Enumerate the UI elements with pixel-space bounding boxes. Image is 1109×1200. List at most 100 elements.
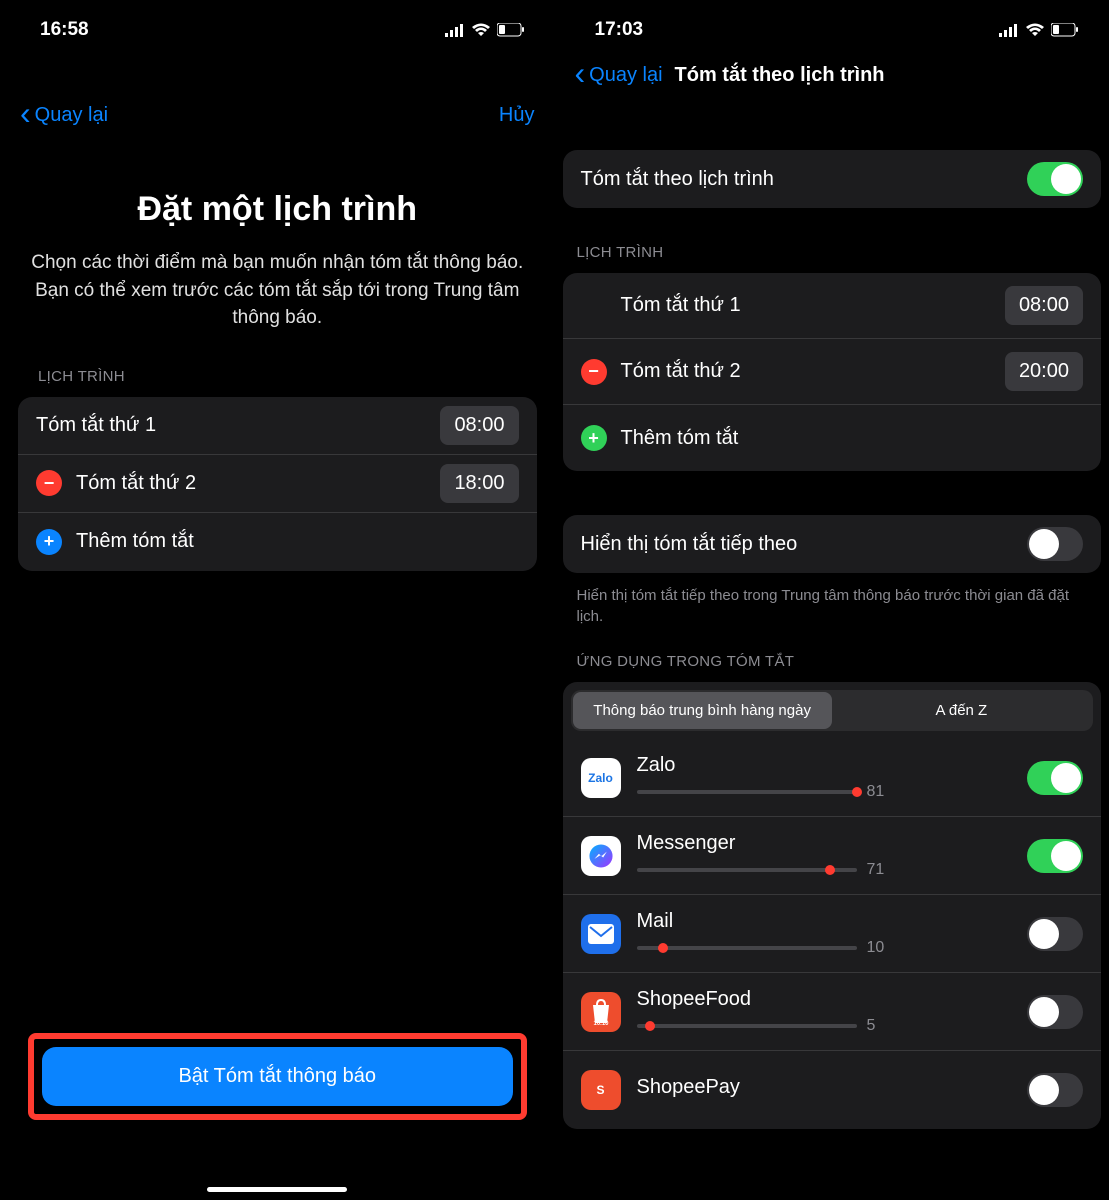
app-name: ShopeeFood (637, 988, 1028, 1011)
back-button[interactable]: ‹ Quay lại (20, 101, 108, 129)
app-toggle[interactable] (1027, 1073, 1083, 1107)
schedule-header: LỊCH TRÌNH (555, 208, 1109, 273)
add-icon: + (36, 529, 62, 555)
notification-count: 71 (867, 861, 885, 879)
app-icon (581, 836, 621, 876)
summary-label: Tóm tắt thứ 1 (36, 414, 440, 437)
schedule-list: Tóm tắt thứ 1 08:00 − Tóm tắt thứ 2 18:0… (18, 397, 537, 571)
wifi-icon (471, 23, 491, 37)
wifi-icon (1025, 23, 1045, 37)
time-picker[interactable]: 08:00 (440, 406, 518, 445)
bar-dot (852, 787, 862, 797)
app-icon (581, 914, 621, 954)
scheduled-summary-toggle[interactable] (1027, 162, 1083, 196)
app-bar-row: 10 (637, 939, 1028, 957)
summary-row-1[interactable]: Tóm tắt thứ 1 08:00 (563, 273, 1102, 339)
toggle-label: Tóm tắt theo lịch trình (581, 168, 1028, 191)
add-icon: + (581, 425, 607, 451)
apps-header: ỨNG DỤNG TRONG TÓM TẮT (555, 627, 1109, 682)
sort-segmented-control[interactable]: Thông báo trung bình hàng ngày A đến Z (571, 690, 1094, 731)
remove-icon[interactable]: − (36, 470, 62, 496)
notification-bar (637, 790, 857, 794)
app-icon: 10.10 (581, 992, 621, 1032)
time-picker[interactable]: 08:00 (1005, 286, 1083, 325)
cancel-button[interactable]: Hủy (499, 104, 535, 127)
summary-label: Tóm tắt thứ 2 (76, 472, 440, 495)
app-row[interactable]: ZaloZalo81 (563, 739, 1102, 817)
notification-bar (637, 946, 857, 950)
app-info: ShopeePay (637, 1076, 1028, 1105)
summary-row-2[interactable]: − Tóm tắt thứ 2 20:00 (563, 339, 1102, 405)
back-label: Quay lại (589, 64, 662, 87)
app-row[interactable]: Messenger 71 (563, 817, 1102, 895)
app-bar-row: 71 (637, 861, 1028, 879)
app-toggle[interactable] (1027, 995, 1083, 1029)
time-picker[interactable]: 20:00 (1005, 352, 1083, 391)
schedule-list: Tóm tắt thứ 1 08:00 − Tóm tắt thứ 2 20:0… (563, 273, 1102, 471)
nav-title: Tóm tắt theo lịch trình (675, 64, 885, 87)
notification-count: 81 (867, 783, 885, 801)
app-bar-row: 81 (637, 783, 1028, 801)
app-name: ShopeePay (637, 1076, 1028, 1099)
app-icon: Zalo (581, 758, 621, 798)
notification-count: 5 (867, 1017, 876, 1035)
back-button[interactable]: ‹ Quay lại (575, 61, 663, 89)
summary-label: Tóm tắt thứ 1 (621, 294, 1005, 317)
scheduled-summary-toggle-row[interactable]: Tóm tắt theo lịch trình (563, 150, 1102, 208)
show-next-summary-row[interactable]: Hiển thị tóm tắt tiếp theo (563, 515, 1102, 573)
summary-row-2[interactable]: − Tóm tắt thứ 2 18:00 (18, 455, 537, 513)
notification-bar (637, 868, 857, 872)
time-picker[interactable]: 18:00 (440, 464, 518, 503)
bar-dot (825, 865, 835, 875)
status-bar: 17:03 (555, 0, 1109, 50)
status-time: 17:03 (595, 19, 644, 41)
add-summary-row[interactable]: + Thêm tóm tắt (18, 513, 537, 571)
cellular-icon (445, 24, 465, 37)
app-row[interactable]: Mail 10 (563, 895, 1102, 973)
battery-icon (497, 23, 525, 37)
status-bar: 16:58 (0, 0, 555, 50)
chevron-left-icon: ‹ (20, 97, 31, 129)
home-indicator[interactable] (207, 1187, 347, 1192)
status-time: 16:58 (40, 19, 89, 41)
cta-wrap: Bật Tóm tắt thông báo (0, 1033, 555, 1120)
sort-by-average[interactable]: Thông báo trung bình hàng ngày (573, 692, 832, 729)
summary-row-1[interactable]: Tóm tắt thứ 1 08:00 (18, 397, 537, 455)
toggle-label: Hiển thị tóm tắt tiếp theo (581, 533, 1028, 556)
app-info: Messenger 71 (637, 832, 1028, 879)
cellular-icon (999, 24, 1019, 37)
bar-dot (645, 1021, 655, 1031)
notification-count: 10 (867, 939, 885, 957)
add-label: Thêm tóm tắt (621, 427, 1084, 450)
summary-label: Tóm tắt thứ 2 (621, 360, 1005, 383)
enable-summary-button[interactable]: Bật Tóm tắt thông báo (42, 1047, 513, 1106)
app-icon: S (581, 1070, 621, 1110)
phone-left: 16:58 ‹ Quay lại Hủy Đặt một lịch trình … (0, 0, 555, 1200)
back-label: Quay lại (35, 104, 108, 127)
remove-icon[interactable]: − (581, 359, 607, 385)
chevron-left-icon: ‹ (575, 57, 586, 89)
show-next-summary-toggle[interactable] (1027, 527, 1083, 561)
app-toggle[interactable] (1027, 917, 1083, 951)
add-summary-row[interactable]: + Thêm tóm tắt (563, 405, 1102, 471)
app-row[interactable]: 10.10 ShopeeFood 5 (563, 973, 1102, 1051)
footnote: Hiển thị tóm tắt tiếp theo trong Trung t… (555, 573, 1109, 627)
app-toggle[interactable] (1027, 761, 1083, 795)
app-row[interactable]: S ShopeePay (563, 1051, 1102, 1129)
main-toggle-list: Tóm tắt theo lịch trình (563, 150, 1102, 208)
cta-highlight: Bật Tóm tắt thông báo (28, 1033, 527, 1120)
nav-bar: ‹ Quay lại Tóm tắt theo lịch trình (555, 50, 1109, 100)
bar-dot (658, 943, 668, 953)
app-info: Mail 10 (637, 910, 1028, 957)
apps-list: Thông báo trung bình hàng ngày A đến Z Z… (563, 682, 1102, 1129)
next-summary-list: Hiển thị tóm tắt tiếp theo (563, 515, 1102, 573)
app-info: ShopeeFood 5 (637, 988, 1028, 1035)
app-bar-row: 5 (637, 1017, 1028, 1035)
app-toggle[interactable] (1027, 839, 1083, 873)
page-description: Chọn các thời điểm mà bạn muốn nhận tóm … (0, 249, 555, 332)
sort-by-az[interactable]: A đến Z (832, 692, 1091, 729)
add-label: Thêm tóm tắt (76, 530, 519, 553)
app-name: Mail (637, 910, 1028, 933)
status-indicators (999, 23, 1079, 37)
app-name: Messenger (637, 832, 1028, 855)
